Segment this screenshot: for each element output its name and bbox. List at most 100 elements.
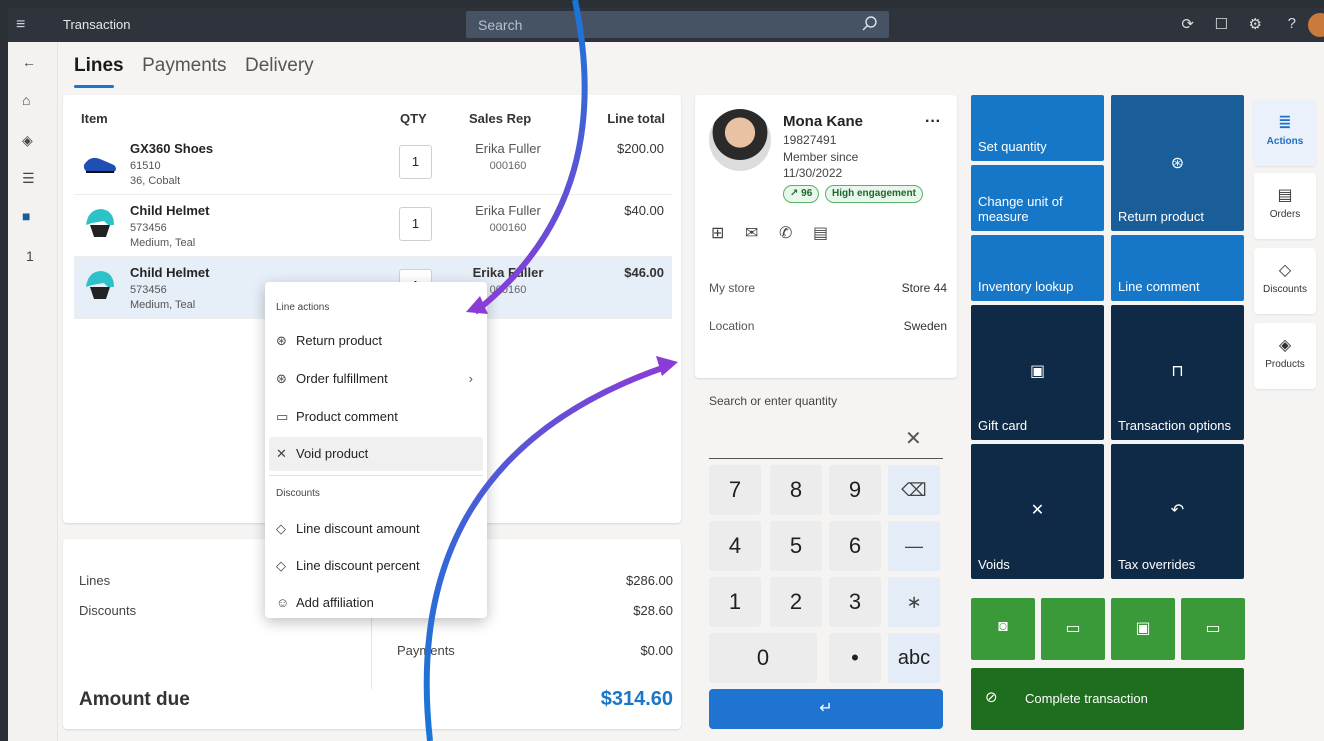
cart-bag-icon[interactable]: ■ [22,208,30,224]
gift-card-icon: ▣ [1135,620,1151,637]
pay-card-button[interactable]: ▭ [1041,598,1105,660]
line-comment-tile[interactable]: Line comment [1111,235,1244,301]
numpad-input-line[interactable] [709,458,943,459]
complete-transaction-button[interactable]: ⊘ Complete transaction [971,668,1244,730]
customer-name[interactable]: Mona Kane [783,113,863,130]
col-header-line-total: Line total [607,111,665,126]
hamburger-menu-icon[interactable]: ≡ [16,16,25,34]
tab-lines[interactable]: Lines [74,55,124,77]
search-icon[interactable] [861,15,879,33]
sales-rep-name: Erika Fuller [472,265,544,280]
return-product-tile[interactable]: ⊛ Return product [1111,95,1244,231]
item-variant: Medium, Teal [130,237,196,249]
line-total: $200.00 [617,141,664,156]
customer-card: Mona Kane ··· 19827491 Member since 11/3… [695,95,957,378]
menu-section-line-actions: Line actions [276,302,330,313]
pay-gift-card-button[interactable]: ▣ [1111,598,1175,660]
people-icon: ☺ [276,595,290,610]
table-row[interactable]: GX360 Shoes 61510 36, Cobalt 1 Erika Ful… [74,133,672,195]
numpad-key-1[interactable]: 1 [709,577,761,627]
divider [371,609,372,689]
transaction-tabs: Lines Payments Delivery [74,55,328,88]
tab-delivery[interactable]: Delivery [245,55,314,77]
discount-tag-icon: ◇ [276,558,286,573]
sales-rep-name: Erika Fuller [475,203,541,218]
sales-rep-name: Erika Fuller [475,141,541,156]
numpad-key-3[interactable]: 3 [829,577,881,627]
table-row[interactable]: Child Helmet 573456 Medium, Teal 1 Erika… [74,195,672,257]
pay-cash-button[interactable]: ◙ [971,598,1035,660]
pay-other-card-button[interactable]: ▭ [1181,598,1245,660]
user-avatar[interactable] [1308,13,1324,37]
more-options-icon[interactable]: ··· [925,113,941,131]
customer-avatar[interactable] [709,109,771,171]
cart-count: 1 [26,248,34,264]
undo-icon: ↶ [1170,502,1185,519]
item-sku: 61510 [130,160,161,172]
numpad-key-8[interactable]: 8 [770,465,822,515]
side-tab-discounts[interactable]: ◇ Discounts [1254,248,1316,314]
quantity-field[interactable]: 1 [399,145,432,179]
numpad-key-7[interactable]: 7 [709,465,761,515]
transaction-options-tile[interactable]: ⊓ Transaction options [1111,305,1244,440]
discount-tag-icon: ◇ [1278,262,1292,279]
menu-item-return-product[interactable]: ⊛ Return product [269,324,483,358]
home-icon[interactable]: ⌂ [22,92,30,108]
gift-card-tile[interactable]: ▣ Gift card [971,305,1104,440]
change-unit-tile[interactable]: Change unit of measure [971,165,1104,231]
numpad-key-9[interactable]: 9 [829,465,881,515]
side-tab-orders[interactable]: ▤ Orders [1254,173,1316,239]
inventory-lookup-tile[interactable]: Inventory lookup [971,235,1104,301]
side-tab-actions[interactable]: ≣ Actions [1254,100,1316,166]
products-icon: ◈ [1278,337,1292,354]
numpad-key-multiply[interactable]: ∗ [888,577,940,627]
clear-icon[interactable]: ✕ [905,426,922,451]
item-variant: Medium, Teal [130,299,196,311]
numpad-key-6[interactable]: 6 [829,521,881,571]
menu-item-line-discount-percent[interactable]: ◇ Line discount percent [269,549,483,583]
chat-icon[interactable]: ☐ [1215,15,1228,33]
phone-icon[interactable]: ✆ [779,223,792,243]
menu-item-product-comment[interactable]: ▭ Product comment [269,400,483,434]
payments-value: $0.00 [640,643,673,658]
list-icon[interactable]: ☰ [22,170,35,187]
menu-item-void-product[interactable]: ✕ Void product [269,437,483,471]
numpad-key-4[interactable]: 4 [709,521,761,571]
backspace-key-icon[interactable]: ⌫ [888,465,940,515]
numpad-key-minus[interactable]: — [888,521,940,571]
back-arrow-icon[interactable]: ← [22,54,36,70]
cash-icon: ◙ [998,618,1008,635]
mail-icon[interactable]: ✉ [745,223,758,243]
menu-item-order-fulfillment[interactable]: ⊛ Order fulfillment › [269,362,483,396]
numpad-key-abc[interactable]: abc [888,633,940,683]
member-since-label: Member since [783,150,859,164]
settings-gear-icon[interactable]: ⚙ [1249,15,1262,33]
sales-rep-id: 000160 [489,160,527,172]
menu-item-line-discount-amount[interactable]: ◇ Line discount amount [269,512,483,546]
card-icon[interactable]: ▤ [813,223,828,243]
col-header-item: Item [81,111,108,126]
discount-tag-icon: ◇ [276,521,286,536]
numpad-key-5[interactable]: 5 [770,521,822,571]
voids-tile[interactable]: ✕ Voids [971,444,1104,579]
quantity-field[interactable]: 1 [399,207,432,241]
side-tab-products[interactable]: ◈ Products [1254,323,1316,389]
numpad-key-2[interactable]: 2 [770,577,822,627]
tab-payments[interactable]: Payments [142,55,226,77]
help-icon[interactable]: ? [1288,15,1296,32]
numpad-key-0[interactable]: 0 [709,633,817,683]
search-input[interactable]: Search [466,11,889,38]
location-label: Location [709,319,755,333]
enter-button[interactable]: ↵ [709,689,943,729]
tax-overrides-tile[interactable]: ↶ Tax overrides [1111,444,1244,579]
gift-card-icon: ▣ [1029,363,1046,380]
products-icon[interactable]: ◈ [22,132,33,149]
line-total: $40.00 [624,203,664,218]
add-note-icon[interactable]: ⊞ [711,223,724,243]
amount-due-label: Amount due [79,689,190,710]
numpad-key-decimal[interactable]: • [829,633,881,683]
refresh-icon[interactable]: ⟳ [1181,15,1194,33]
set-quantity-tile[interactable]: Set quantity [971,95,1104,161]
menu-item-add-affiliation[interactable]: ☺ Add affiliation [269,586,483,620]
top-bar: ≡ Transaction Search ⟳ ☐ ⚙ ? [8,8,1324,42]
